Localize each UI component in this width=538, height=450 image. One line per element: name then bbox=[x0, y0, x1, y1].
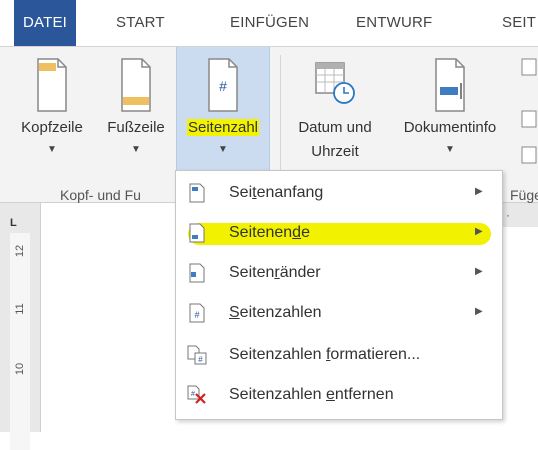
header-button[interactable]: Kopfzeile ▼ bbox=[8, 47, 96, 175]
page-number-button[interactable]: # Seitenzahl ▼ bbox=[176, 47, 270, 175]
date-time-label-line1: Datum und bbox=[298, 119, 372, 136]
tab-insert[interactable]: EINFÜGEN bbox=[230, 0, 309, 46]
calendar-clock-icon bbox=[315, 62, 355, 104]
menu-item-bottom-of-page[interactable]: Seitenende ▶ bbox=[176, 213, 502, 253]
page-number-button-label: Seitenzahl bbox=[186, 119, 260, 136]
group-label-header-footer: Kopf- und Fu bbox=[60, 187, 141, 203]
ruler-mark-10: 10 bbox=[14, 362, 26, 376]
chevron-down-icon: ▼ bbox=[445, 144, 455, 155]
group-label-insert: Füge bbox=[510, 187, 538, 203]
footer-button[interactable]: Fußzeile ▼ bbox=[96, 47, 176, 175]
ruler-mark-12: 12 bbox=[14, 244, 26, 258]
menu-item-page-margins[interactable]: Seitenränder ▶ bbox=[176, 253, 502, 293]
footer-button-label: Fußzeile bbox=[107, 119, 165, 136]
tab-file[interactable]: DATEI bbox=[14, 0, 76, 46]
menu-item-remove-page-numbers[interactable]: # Seitenzahlen entfernen bbox=[176, 375, 502, 415]
header-icon bbox=[37, 58, 67, 112]
date-time-button[interactable]: Datum und Uhrzeit bbox=[282, 47, 388, 175]
tab-design[interactable]: ENTWURF bbox=[356, 0, 432, 46]
chevron-right-icon: ▶ bbox=[475, 266, 483, 277]
more-controls-icon bbox=[521, 58, 537, 164]
chevron-right-icon: ▶ bbox=[475, 306, 483, 317]
page-number-dropdown-menu: Seitenanfang ▶ Seitenende ▶ Seitenränder… bbox=[175, 170, 503, 420]
ribbon-tab-bar: DATEI START EINFÜGEN ENTWURF SEIT bbox=[0, 0, 538, 47]
menu-item-current-position[interactable]: # Seitenzahlen ▶ bbox=[176, 293, 502, 333]
chevron-right-icon: ▶ bbox=[475, 226, 483, 237]
page-bottom-icon bbox=[189, 223, 205, 243]
page-top-icon bbox=[189, 183, 205, 203]
tab-start[interactable]: START bbox=[116, 0, 165, 46]
svg-text:#: # bbox=[191, 391, 195, 398]
chevron-down-icon: ▼ bbox=[218, 144, 228, 155]
tab-layout[interactable]: SEIT bbox=[502, 0, 536, 46]
header-button-label: Kopfzeile bbox=[21, 119, 83, 136]
svg-text:#: # bbox=[198, 355, 203, 364]
document-info-button[interactable]: Dokumentinfo ▼ bbox=[388, 47, 512, 175]
chevron-down-icon: ▼ bbox=[131, 144, 141, 155]
page-number-small-icon: # bbox=[189, 303, 205, 323]
document-info-icon bbox=[435, 58, 465, 112]
vertical-ruler: L 12 11 10 bbox=[0, 203, 41, 450]
menu-item-top-of-page[interactable]: Seitenanfang ▶ bbox=[176, 173, 502, 213]
ruler-mark-11: 11 bbox=[14, 303, 26, 315]
chevron-right-icon: ▶ bbox=[475, 186, 483, 197]
date-time-label-line2: Uhrzeit bbox=[311, 143, 359, 160]
page-number-icon: # bbox=[208, 58, 238, 112]
format-page-numbers-icon: # bbox=[187, 345, 207, 365]
chevron-down-icon: ▼ bbox=[47, 144, 57, 155]
tab-selector-icon[interactable]: L bbox=[10, 217, 17, 229]
remove-page-numbers-icon: # bbox=[187, 385, 206, 404]
document-info-button-label: Dokumentinfo bbox=[403, 119, 497, 136]
svg-text:#: # bbox=[219, 78, 227, 94]
menu-item-format-page-numbers[interactable]: # Seitenzahlen formatieren... bbox=[176, 335, 502, 375]
footer-icon bbox=[121, 58, 151, 112]
page-margin-icon bbox=[189, 263, 205, 283]
svg-text:#: # bbox=[194, 310, 199, 320]
